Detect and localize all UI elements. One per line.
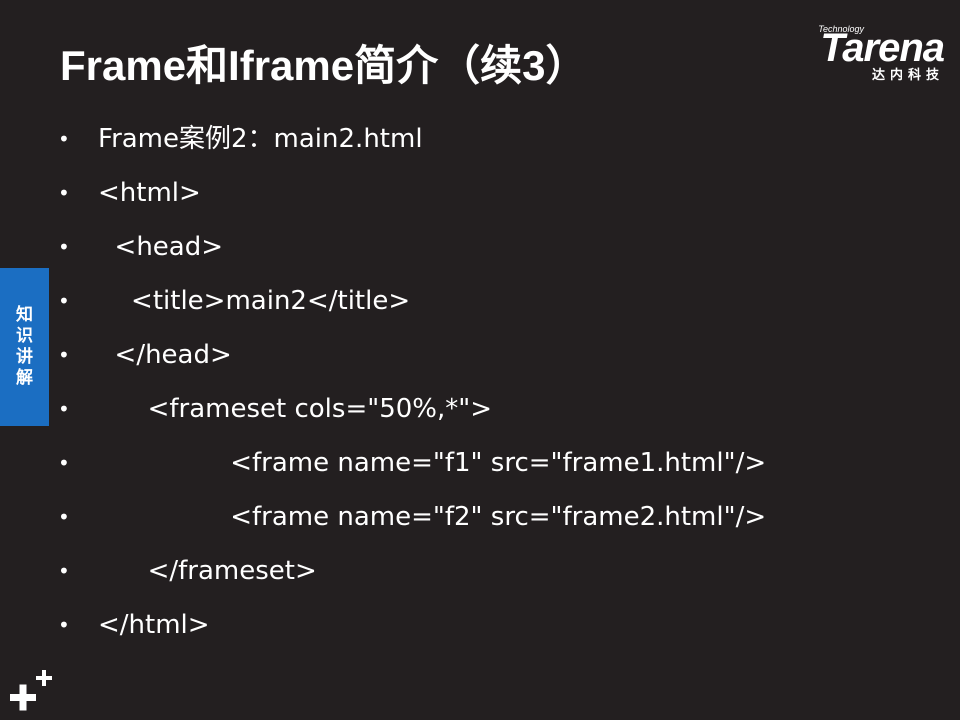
- bullet-marker: •: [58, 181, 70, 205]
- bullet-text: <frameset cols="50%,*">: [98, 394, 492, 424]
- logo-chinese-name: 达内科技: [871, 68, 944, 83]
- slide-title: Frame和Iframe简介（续3）: [60, 42, 588, 89]
- bullet-text: <html>: [98, 178, 201, 208]
- bullet-marker: •: [58, 613, 70, 637]
- bullet-marker: •: [58, 289, 70, 313]
- bullet-marker: •: [58, 127, 70, 151]
- plus-decoration-icon: [10, 670, 52, 711]
- bullet-marker: •: [58, 505, 70, 529]
- bullet-marker: •: [58, 235, 70, 259]
- tarena-logo: Technology Tarena 达内科技: [774, 24, 945, 88]
- bullet-text: <frame name="f2" src="frame2.html"/>: [98, 502, 767, 532]
- bullet-text: </head>: [98, 340, 232, 370]
- bullet-text: </html>: [98, 610, 210, 640]
- bullet-marker: •: [58, 451, 70, 475]
- bullet-text: <frame name="f1" src="frame1.html"/>: [98, 448, 767, 478]
- bullet-text: Frame案例2：main2.html: [98, 124, 423, 154]
- bullet-text: <title>main2</title>: [98, 286, 411, 316]
- side-tab-label: 知识讲解: [16, 305, 33, 388]
- logo-wordmark: Tarena: [820, 26, 945, 70]
- bullet-text: </frameset>: [98, 556, 317, 586]
- bullet-text: <head>: [98, 232, 224, 262]
- bullet-marker: •: [58, 559, 70, 583]
- bullet-marker: •: [58, 397, 70, 421]
- bullet-marker: •: [58, 343, 70, 367]
- side-tab-knowledge: 知识讲解: [0, 268, 49, 426]
